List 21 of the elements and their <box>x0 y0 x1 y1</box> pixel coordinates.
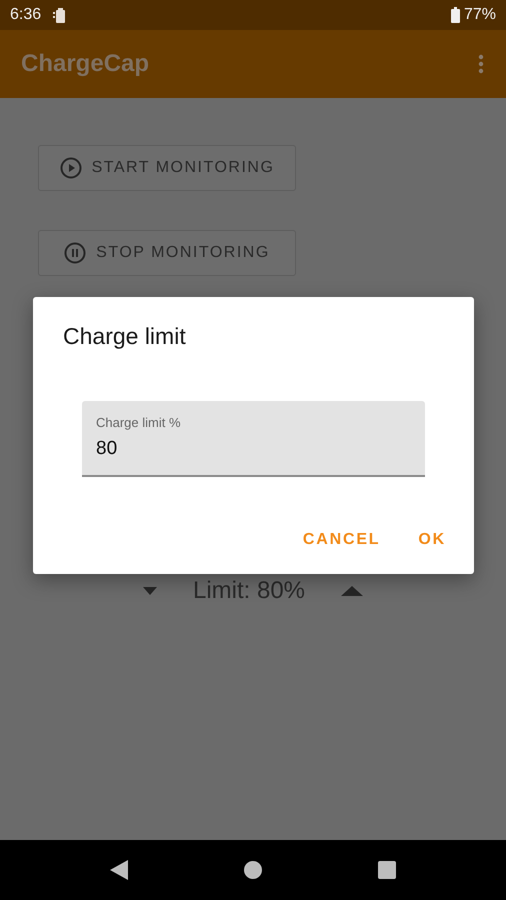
decrease-icon[interactable] <box>142 587 157 595</box>
monitoring-button[interactable]: START MONITORING <box>38 145 296 191</box>
app-title: ChargeCap <box>21 50 150 78</box>
battery-icon <box>450 7 460 23</box>
dialog-title: Charge limit <box>63 323 187 350</box>
field-value: 80 <box>96 438 118 460</box>
clock: 6:36 <box>10 6 42 24</box>
field-label: Charge limit % <box>96 415 182 430</box>
input-field[interactable]: Charge limit % 80 <box>82 401 425 477</box>
clipboard-icon <box>53 7 66 23</box>
pause-icon <box>64 242 86 264</box>
increase-icon[interactable] <box>341 586 364 596</box>
play-icon <box>60 157 82 179</box>
home-icon[interactable] <box>244 861 262 879</box>
battery-percentage: 77% <box>464 6 496 24</box>
back-icon[interactable] <box>110 860 128 880</box>
limit-text: Limit: 80% <box>192 577 306 605</box>
dialog-action-button[interactable]: OK <box>406 525 458 555</box>
more-options-icon[interactable] <box>478 54 484 74</box>
dialog-action-button[interactable]: CANCEL <box>290 525 392 555</box>
monitoring-button[interactable]: STOP MONITORING <box>38 230 296 276</box>
